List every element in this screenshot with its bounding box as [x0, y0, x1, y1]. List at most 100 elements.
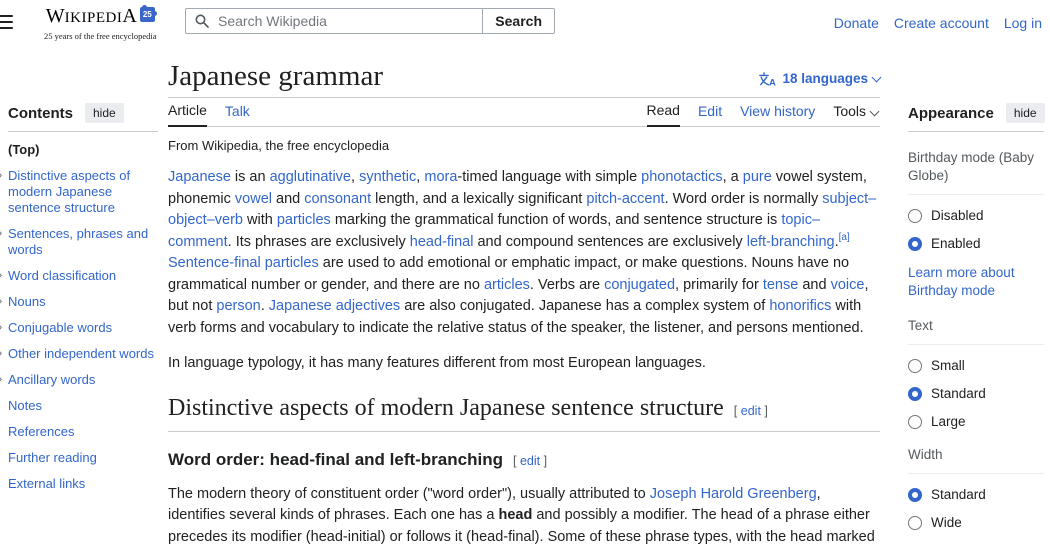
- tab-edit[interactable]: Edit: [698, 99, 722, 126]
- text: with: [242, 212, 277, 228]
- article-link[interactable]: articles: [484, 277, 530, 293]
- radio-option-width-wide[interactable]: Wide: [908, 515, 1044, 530]
- toc-link[interactable]: Sentences, phrases and words: [8, 226, 148, 257]
- article-link[interactable]: particles: [277, 212, 331, 228]
- toc-link[interactable]: Ancillary words: [8, 372, 95, 387]
- edit-link[interactable]: edit: [520, 454, 540, 468]
- radio-option-text-small[interactable]: Small: [908, 358, 1044, 373]
- expand-arrow-icon[interactable]: ›: [0, 371, 2, 387]
- toc-link[interactable]: Further reading: [8, 450, 97, 465]
- article-link[interactable]: Japanese adjectives: [269, 298, 400, 314]
- article-link[interactable]: tense: [763, 277, 798, 293]
- sidebar-item-further-reading[interactable]: Further reading: [8, 450, 158, 466]
- tab-read[interactable]: Read: [646, 98, 680, 127]
- sidebar-item-references[interactable]: References: [8, 424, 158, 440]
- article-link[interactable]: Sentence-final particles: [168, 255, 319, 271]
- contents-hide-button[interactable]: hide: [85, 103, 124, 123]
- radio-selected-icon[interactable]: [908, 487, 922, 502]
- expand-arrow-icon[interactable]: ›: [0, 319, 2, 335]
- article-link[interactable]: pitch-accent: [586, 191, 664, 207]
- appearance-sections: Birthday mode (Baby Globe) Disabled Enable…: [908, 149, 1044, 550]
- header-link-donate[interactable]: Donate: [834, 15, 879, 31]
- toc-link[interactable]: Nouns: [8, 294, 46, 309]
- learn-more-link[interactable]: Learn more about Birthday mode: [908, 264, 1044, 300]
- sidebar-item-top[interactable]: (Top): [8, 142, 158, 158]
- text: . Verbs are: [529, 276, 605, 293]
- sidebar-item-notes[interactable]: Notes: [8, 398, 158, 414]
- article-link[interactable]: honorifics: [769, 298, 831, 314]
- article-link[interactable]: head-final: [410, 234, 474, 250]
- wikipedia-logo[interactable]: WIKIPEDIA 25 25 years of the free encyclo…: [44, 4, 158, 41]
- sidebar-item-external-links[interactable]: External links: [8, 476, 158, 492]
- expand-arrow-icon[interactable]: ›: [0, 267, 2, 283]
- article-link[interactable]: voice: [831, 277, 865, 293]
- expand-arrow-icon[interactable]: ›: [0, 345, 2, 361]
- tab-article[interactable]: Article: [168, 98, 207, 127]
- toc-link[interactable]: Word classification: [8, 268, 116, 283]
- text: and compound sentences are exclusively: [473, 233, 747, 250]
- hamburger-menu-icon[interactable]: [0, 15, 13, 29]
- footnote-link[interactable]: [a]: [839, 232, 850, 243]
- article-link[interactable]: left-branching: [747, 234, 835, 250]
- sidebar-item-ancillary-words[interactable]: › Ancillary words: [0, 371, 158, 388]
- sidebar-item-conjugable-words[interactable]: › Conjugable words: [0, 319, 158, 336]
- toc-link[interactable]: Other independent words: [8, 346, 154, 361]
- article-link[interactable]: consonant: [304, 191, 371, 207]
- subsection-heading-text: Word order: head-final and left-branchin…: [168, 449, 503, 469]
- sidebar-item-nouns[interactable]: › Nouns: [0, 293, 158, 310]
- radio-unselected-icon[interactable]: [908, 515, 922, 530]
- article-link[interactable]: Joseph Harold Greenberg: [650, 486, 817, 502]
- radio-unselected-icon[interactable]: [908, 414, 922, 429]
- sidebar-item-distinctive-aspects-of-modern-japanese-sentence-structure[interactable]: › Distinctive aspects of modern Japanese …: [0, 167, 158, 216]
- languages-label: 18 languages: [782, 71, 868, 86]
- tab-view-history[interactable]: View history: [740, 99, 815, 126]
- contents-header: Contents hide: [8, 103, 158, 132]
- radio-unselected-icon[interactable]: [908, 208, 922, 223]
- header-link-create-account[interactable]: Create account: [894, 15, 989, 31]
- expand-arrow-icon[interactable]: ›: [0, 225, 2, 241]
- toc-link[interactable]: References: [8, 424, 74, 439]
- text: is an: [230, 169, 270, 185]
- radio-option-width-standard[interactable]: Standard: [908, 487, 1044, 502]
- tab-label: Read: [646, 102, 680, 118]
- article-link[interactable]: person: [216, 298, 260, 314]
- search-button[interactable]: Search: [482, 9, 554, 33]
- radio-label: Standard: [931, 487, 986, 502]
- header-link-log-in[interactable]: Log in: [1004, 15, 1042, 31]
- radio-option-text-large[interactable]: Large: [908, 414, 1044, 429]
- text: The modern theory of constituent order (…: [168, 485, 650, 502]
- sidebar-item-word-classification[interactable]: › Word classification: [0, 267, 158, 284]
- toc-link[interactable]: Distinctive aspects of modern Japanese s…: [8, 168, 130, 215]
- text: . Word order is normally: [664, 190, 823, 207]
- article-link[interactable]: mora: [424, 169, 457, 185]
- toc-link[interactable]: External links: [8, 476, 85, 491]
- radio-unselected-icon[interactable]: [908, 358, 922, 373]
- radio-option-text-standard[interactable]: Standard: [908, 386, 1044, 401]
- appearance-hide-button[interactable]: hide: [1005, 103, 1045, 123]
- toc-link[interactable]: Notes: [8, 398, 42, 413]
- tab-tools[interactable]: Tools: [833, 99, 880, 126]
- radio-option-birthday-mode-baby-globe-enabled[interactable]: Enabled: [908, 236, 1044, 251]
- languages-button[interactable]: A 18 languages: [759, 71, 882, 86]
- article-link[interactable]: vowel: [235, 191, 272, 207]
- article-link[interactable]: conjugated: [604, 277, 675, 293]
- top-header: WIKIPEDIA 25 25 years of the free encyclo…: [0, 0, 1050, 46]
- sidebar-item-sentences-phrases-and-words[interactable]: › Sentences, phrases and words: [0, 225, 158, 258]
- radio-label: Large: [931, 414, 966, 429]
- edit-link[interactable]: edit: [741, 404, 761, 418]
- radio-label: Disabled: [931, 208, 984, 223]
- radio-selected-icon[interactable]: [908, 386, 922, 401]
- search-input[interactable]: [216, 12, 483, 30]
- tab-talk[interactable]: Talk: [225, 99, 250, 126]
- toc-link[interactable]: Conjugable words: [8, 320, 112, 335]
- sidebar-item-other-independent-words[interactable]: › Other independent words: [0, 345, 158, 362]
- article-link[interactable]: synthetic: [359, 169, 416, 185]
- article-link[interactable]: Japanese: [168, 169, 231, 185]
- expand-arrow-icon[interactable]: ›: [0, 293, 2, 309]
- radio-selected-icon[interactable]: [908, 236, 922, 251]
- expand-arrow-icon[interactable]: ›: [0, 167, 2, 183]
- article-link[interactable]: phonotactics: [641, 169, 722, 185]
- article-link[interactable]: agglutinative: [270, 169, 351, 185]
- radio-option-birthday-mode-baby-globe-disabled[interactable]: Disabled: [908, 208, 1044, 223]
- article-link[interactable]: pure: [743, 169, 772, 185]
